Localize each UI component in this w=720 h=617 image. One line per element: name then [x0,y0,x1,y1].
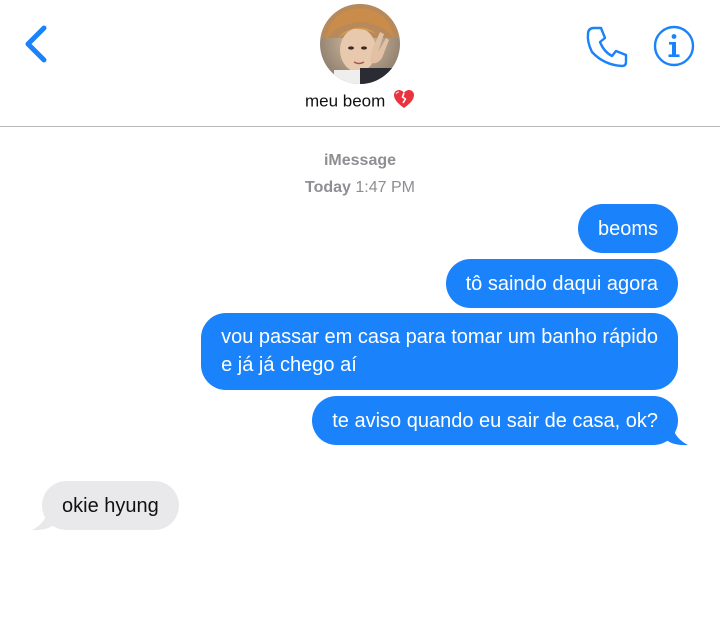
message-text: te aviso quando eu sair de casa, ok? [332,410,658,432]
chevron-left-icon [25,25,47,63]
timestamp-day: Today [305,179,351,196]
contact-avatar[interactable] [320,4,400,84]
message-text: beoms [597,218,658,240]
message-bubble-sent[interactable]: beoms [577,204,678,253]
message-bubble-received[interactable]: okie hyung [42,481,179,530]
thread-timestamp: Today 1:47 PM [0,179,720,197]
bubble-tail-received [32,509,56,531]
message-bubble-sent[interactable]: tô saindo daqui agora [445,259,678,308]
message-bubble-sent[interactable]: te aviso quando eu sair de casa, ok? [312,396,678,445]
messages-screen: meu beom iMessage Today 1:47 PM beoms tô… [0,0,720,617]
conversation-header: meu beom [0,0,720,127]
contact-name: meu beom [304,91,386,111]
info-button[interactable] [652,24,696,68]
message-bubble-sent[interactable]: vou passar em casa para tomar um banho r… [201,313,678,390]
bubble-tail-sent [664,424,688,446]
message-text-line: e já já chego aí [221,354,357,376]
heart-icon [393,89,415,114]
phone-icon [586,26,628,68]
message-text: okie hyung [62,495,159,517]
contact-name-button[interactable]: meu beom [0,89,720,114]
service-label: iMessage [323,152,397,169]
message-text: tô saindo daqui agora [465,273,658,295]
avatar-photo [320,4,400,84]
message-text-line: vou passar em casa para tomar um banho r… [221,326,658,348]
info-icon [653,25,695,67]
call-button[interactable] [584,24,630,70]
timestamp-time: 1:47 PM [355,179,415,196]
back-button[interactable] [18,22,58,66]
